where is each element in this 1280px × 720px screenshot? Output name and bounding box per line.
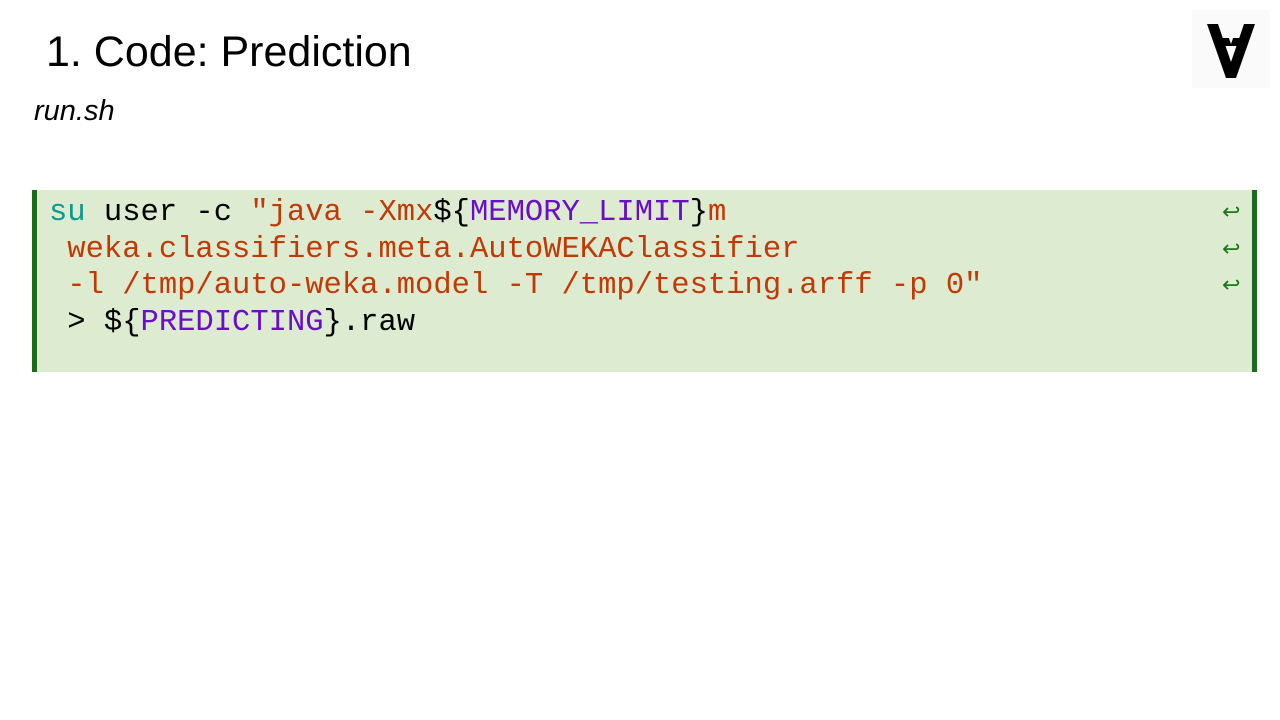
line-wrap-icon: ↩ — [1222, 200, 1241, 225]
code-token-string: weka.classifiers.meta.AutoWEKAClassifier — [49, 232, 800, 267]
code-line-3: -l /tmp/auto-weka.model -T /tmp/testing.… — [49, 268, 982, 305]
code-token-plain: }.raw — [323, 305, 416, 340]
line-wrap-icon: ↩ — [1222, 273, 1241, 298]
code-block: su user -c "java -Xmx${MEMORY_LIMIT}m we… — [32, 190, 1257, 372]
code-token-string: m — [707, 196, 727, 230]
code-line-1: su user -c "java -Xmx${MEMORY_LIMIT}m — [49, 195, 726, 232]
code-token-string: "java -Xmx — [250, 196, 434, 230]
inverted-a-logo-icon — [1207, 24, 1255, 78]
logo — [1192, 10, 1270, 88]
code-token-plain: > ${ — [49, 305, 141, 340]
code-token-variable: PREDICTING — [140, 305, 324, 340]
slide: 1. Code: Prediction run.sh su user -c "j… — [0, 0, 1280, 720]
code-token-command: su — [49, 196, 86, 230]
slide-title: 1. Code: Prediction — [46, 28, 412, 76]
code-token-variable: MEMORY_LIMIT — [469, 196, 690, 230]
line-wrap-icon: ↩ — [1222, 236, 1241, 262]
code-token-plain: } — [689, 196, 708, 230]
code-token-string: -l /tmp/auto-weka.model -T /tmp/testing.… — [49, 269, 983, 303]
filename-caption: run.sh — [34, 95, 115, 127]
code-token-plain: ${ — [433, 196, 470, 230]
code-line-2: weka.classifiers.meta.AutoWEKAClassifier — [49, 232, 799, 269]
code-line-4: > ${PREDICTING}.raw — [49, 305, 415, 342]
code-token-plain: user -c — [85, 196, 251, 230]
